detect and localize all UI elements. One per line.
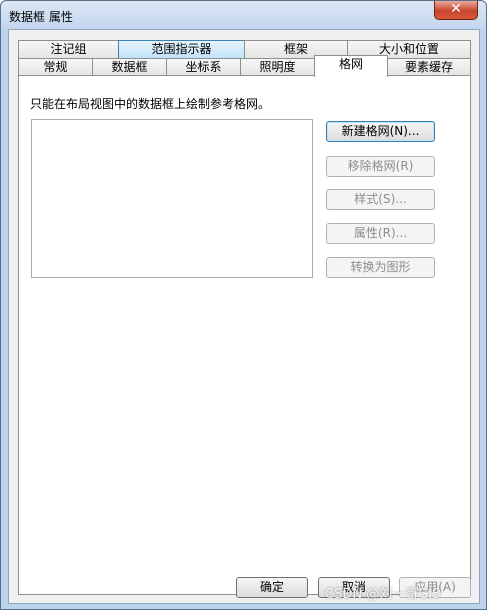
grids-tab-page: 只能在布局视图中的数据框上绘制参考格网。 新建格网(N)... 移除格网(R) … — [18, 75, 471, 595]
tab-annotation-groups[interactable]: 注记组 — [18, 40, 119, 59]
window-title: 数据框 属性 — [9, 10, 73, 24]
ok-button[interactable]: 确定 — [236, 577, 308, 598]
properties-button[interactable]: 属性(R)... — [326, 223, 435, 244]
close-icon[interactable]: ✕ — [434, 1, 478, 20]
watermark: CSDN @刘一哥GIS — [325, 587, 441, 602]
style-button[interactable]: 样式(S)... — [326, 189, 435, 210]
grid-description: 只能在布局视图中的数据框上绘制参考格网。 — [30, 97, 271, 111]
title-bar[interactable]: 数据框 属性 ✕ — [1, 1, 486, 29]
remove-grid-button[interactable]: 移除格网(R) — [326, 156, 435, 177]
tab-row-top: 注记组 范围指示器 框架 大小和位置 — [18, 40, 471, 59]
dialog-client-area: 注记组 范围指示器 框架 大小和位置 常规 数据框 坐标系 照明度 格网 要素缓… — [8, 29, 480, 604]
grid-listbox[interactable] — [31, 119, 313, 278]
convert-to-graphics-button[interactable]: 转换为图形 — [326, 257, 435, 278]
tab-grids[interactable]: 格网 — [314, 55, 388, 77]
tab-extent-indicators[interactable]: 范围指示器 — [118, 40, 245, 59]
properties-dialog: 数据框 属性 ✕ 注记组 范围指示器 框架 大小和位置 常规 数据框 坐标系 照… — [0, 0, 487, 610]
new-grid-button[interactable]: 新建格网(N)... — [326, 121, 435, 142]
